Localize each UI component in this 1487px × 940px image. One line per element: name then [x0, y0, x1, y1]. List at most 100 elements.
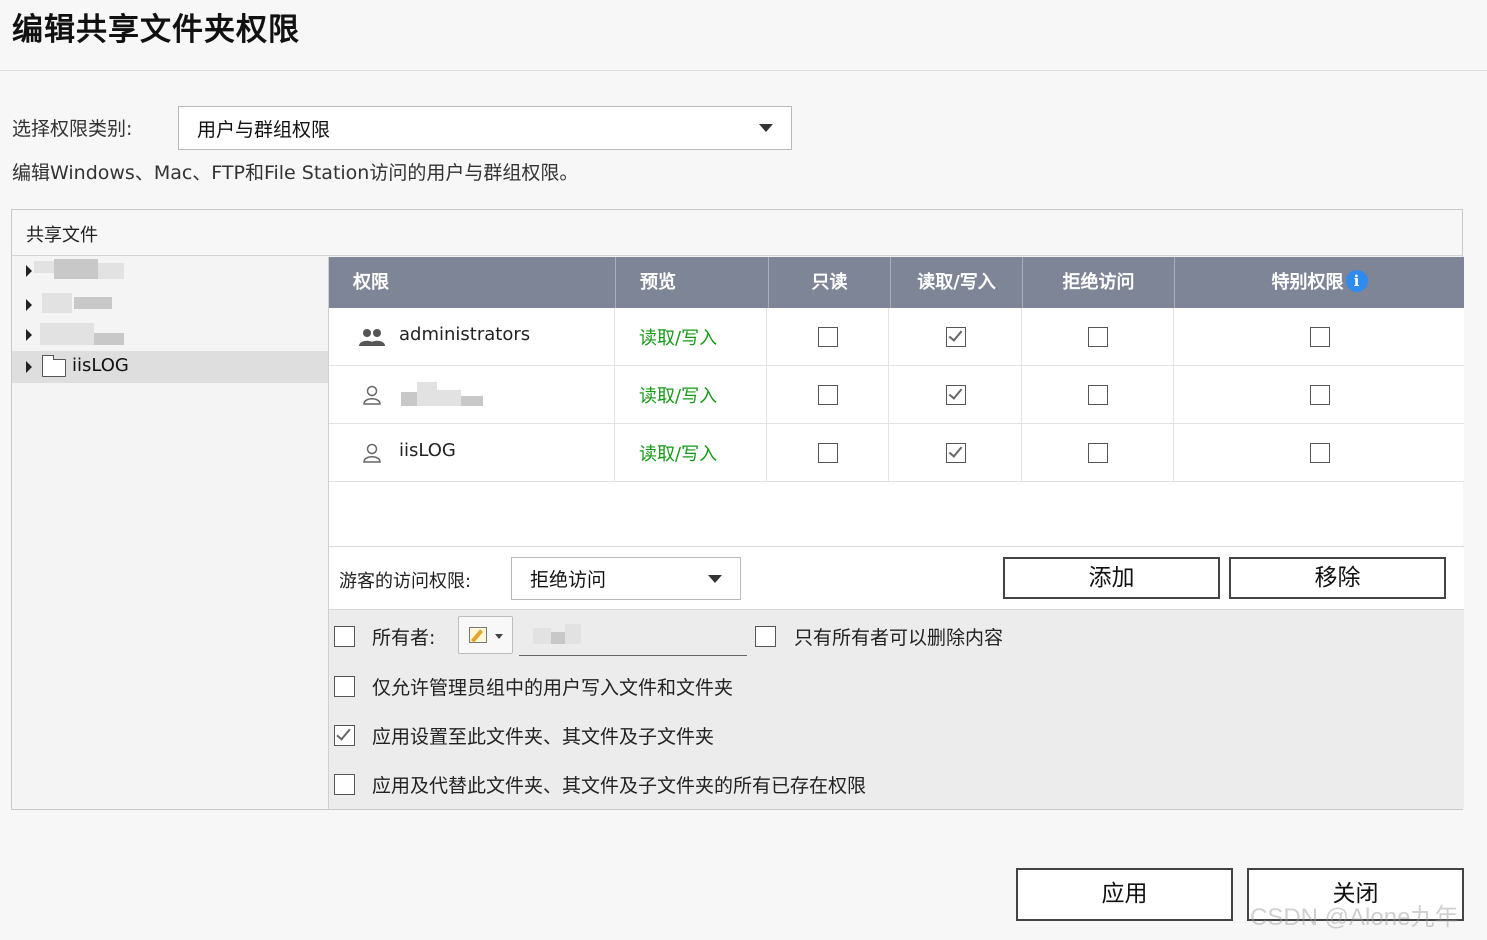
principal-cell: iisLOG	[329, 424, 615, 482]
read-only-checkbox[interactable]	[818, 385, 838, 405]
redacted-name	[98, 263, 124, 279]
title-divider	[0, 70, 1487, 71]
only-owner-delete-label: 只有所有者可以删除内容	[794, 627, 1004, 649]
read-write-cell	[889, 424, 1022, 482]
read-write-checkbox[interactable]	[946, 327, 966, 347]
col-special: 特别权限 i	[1175, 257, 1464, 308]
deny-checkbox[interactable]	[1088, 385, 1108, 405]
folder-icon	[41, 355, 66, 377]
redacted-name	[437, 390, 461, 406]
read-only-cell	[767, 308, 889, 366]
guest-access-bar: 游客的访问权限: 拒绝访问 添加 移除	[329, 546, 1464, 609]
permission-category-select[interactable]: 用户与群组权限	[178, 106, 792, 150]
options-area: 所有者: 只有所有者可以删除内容 仅允许管理员组中的用户写入文件和文件夹 应用设…	[329, 609, 1464, 809]
principal-cell	[329, 366, 615, 424]
permission-category-value: 用户与群组权限	[197, 118, 331, 141]
principal-name: iisLOG	[399, 440, 456, 461]
special-checkbox[interactable]	[1310, 327, 1330, 347]
deny-checkbox[interactable]	[1088, 443, 1108, 463]
redacted-name	[40, 323, 94, 345]
principal-name: administrators	[399, 324, 531, 345]
user-icon	[363, 385, 381, 405]
owner-field-underline	[519, 655, 747, 656]
replace-existing-checkbox[interactable]	[334, 774, 355, 795]
guest-access-label: 游客的访问权限:	[339, 571, 472, 592]
check-icon	[948, 327, 963, 342]
permission-description: 编辑Windows、Mac、FTP和File Station访问的用户与群组权限…	[12, 162, 579, 184]
admin-only-write-label: 仅允许管理员组中的用户写入文件和文件夹	[372, 677, 734, 699]
preview-cell: 读取/写入	[615, 366, 767, 424]
col-permission: 权限	[329, 257, 616, 308]
replace-existing-label: 应用及代替此文件夹、其文件及子文件夹的所有已存在权限	[372, 775, 867, 797]
guest-access-select[interactable]: 拒绝访问	[511, 557, 741, 600]
read-only-checkbox[interactable]	[818, 327, 838, 347]
table-row: 读取/写入	[329, 366, 1464, 424]
read-write-checkbox[interactable]	[946, 443, 966, 463]
redacted-name	[34, 261, 54, 273]
tree-item[interactable]	[12, 257, 328, 289]
read-only-checkbox[interactable]	[818, 443, 838, 463]
special-cell	[1174, 366, 1464, 424]
deny-cell	[1022, 308, 1174, 366]
check-icon	[336, 725, 351, 741]
tree-item-iislog[interactable]: iisLOG	[12, 351, 328, 383]
group-icon	[359, 329, 385, 346]
redacted-owner	[533, 628, 551, 644]
caret-right-icon[interactable]	[26, 329, 32, 341]
col-preview: 预览	[616, 257, 769, 308]
chevron-down-icon	[759, 124, 773, 132]
redacted-name	[42, 293, 72, 313]
redacted-name	[461, 396, 483, 406]
special-cell	[1174, 308, 1464, 366]
preview-cell: 读取/写入	[615, 308, 767, 366]
special-checkbox[interactable]	[1310, 385, 1330, 405]
read-only-cell	[767, 366, 889, 424]
caret-right-icon[interactable]	[26, 265, 32, 277]
owner-checkbox[interactable]	[334, 626, 355, 647]
apply-button[interactable]: 应用	[1016, 868, 1233, 921]
chevron-down-icon	[495, 634, 503, 639]
category-label: 选择权限类别:	[12, 118, 133, 140]
redacted-name	[417, 382, 437, 406]
special-checkbox[interactable]	[1310, 443, 1330, 463]
tree-item[interactable]	[12, 319, 328, 351]
preview-value: 读取/写入	[639, 328, 718, 349]
deny-cell	[1022, 424, 1174, 482]
read-only-cell	[767, 424, 889, 482]
tree-item[interactable]	[12, 289, 328, 321]
permission-panel: 共享文件 iisLOG 权限 预览 只读 读取/写入 拒绝访问 特别权限 i a…	[11, 209, 1464, 810]
read-write-checkbox[interactable]	[946, 385, 966, 405]
apply-to-subfolders-label: 应用设置至此文件夹、其文件及子文件夹	[372, 726, 715, 748]
deny-checkbox[interactable]	[1088, 327, 1108, 347]
folder-tree: iisLOG	[12, 257, 328, 809]
check-icon	[948, 385, 963, 400]
redacted-name	[74, 297, 112, 309]
col-deny: 拒绝访问	[1023, 257, 1175, 308]
remove-button[interactable]: 移除	[1229, 557, 1446, 599]
col-special-label: 特别权限	[1271, 272, 1344, 293]
user-icon	[363, 443, 381, 463]
redacted-owner	[565, 624, 581, 644]
preview-cell: 读取/写入	[615, 424, 767, 482]
caret-right-icon[interactable]	[26, 361, 32, 373]
info-icon[interactable]: i	[1345, 270, 1368, 292]
deny-cell	[1022, 366, 1174, 424]
redacted-name	[94, 333, 124, 345]
preview-value: 读取/写入	[639, 444, 718, 465]
add-button[interactable]: 添加	[1003, 557, 1220, 599]
owner-edit-button[interactable]	[458, 616, 513, 654]
admin-only-write-checkbox[interactable]	[334, 676, 355, 697]
dialog-title: 编辑共享文件夹权限	[12, 12, 300, 48]
read-write-cell	[889, 308, 1022, 366]
redacted-owner	[551, 632, 565, 644]
only-owner-delete-checkbox[interactable]	[755, 626, 776, 647]
table-row: administrators 读取/写入	[329, 308, 1464, 366]
chevron-down-icon	[708, 574, 722, 583]
table-header: 权限 预览 只读 读取/写入 拒绝访问 特别权限 i	[329, 257, 1464, 308]
apply-to-subfolders-checkbox[interactable]	[334, 725, 355, 746]
special-cell	[1174, 424, 1464, 482]
watermark: CSDN @Alone九年	[1250, 904, 1459, 931]
tree-item-label: iisLOG	[72, 355, 129, 376]
caret-right-icon[interactable]	[26, 299, 32, 311]
read-write-cell	[889, 366, 1022, 424]
